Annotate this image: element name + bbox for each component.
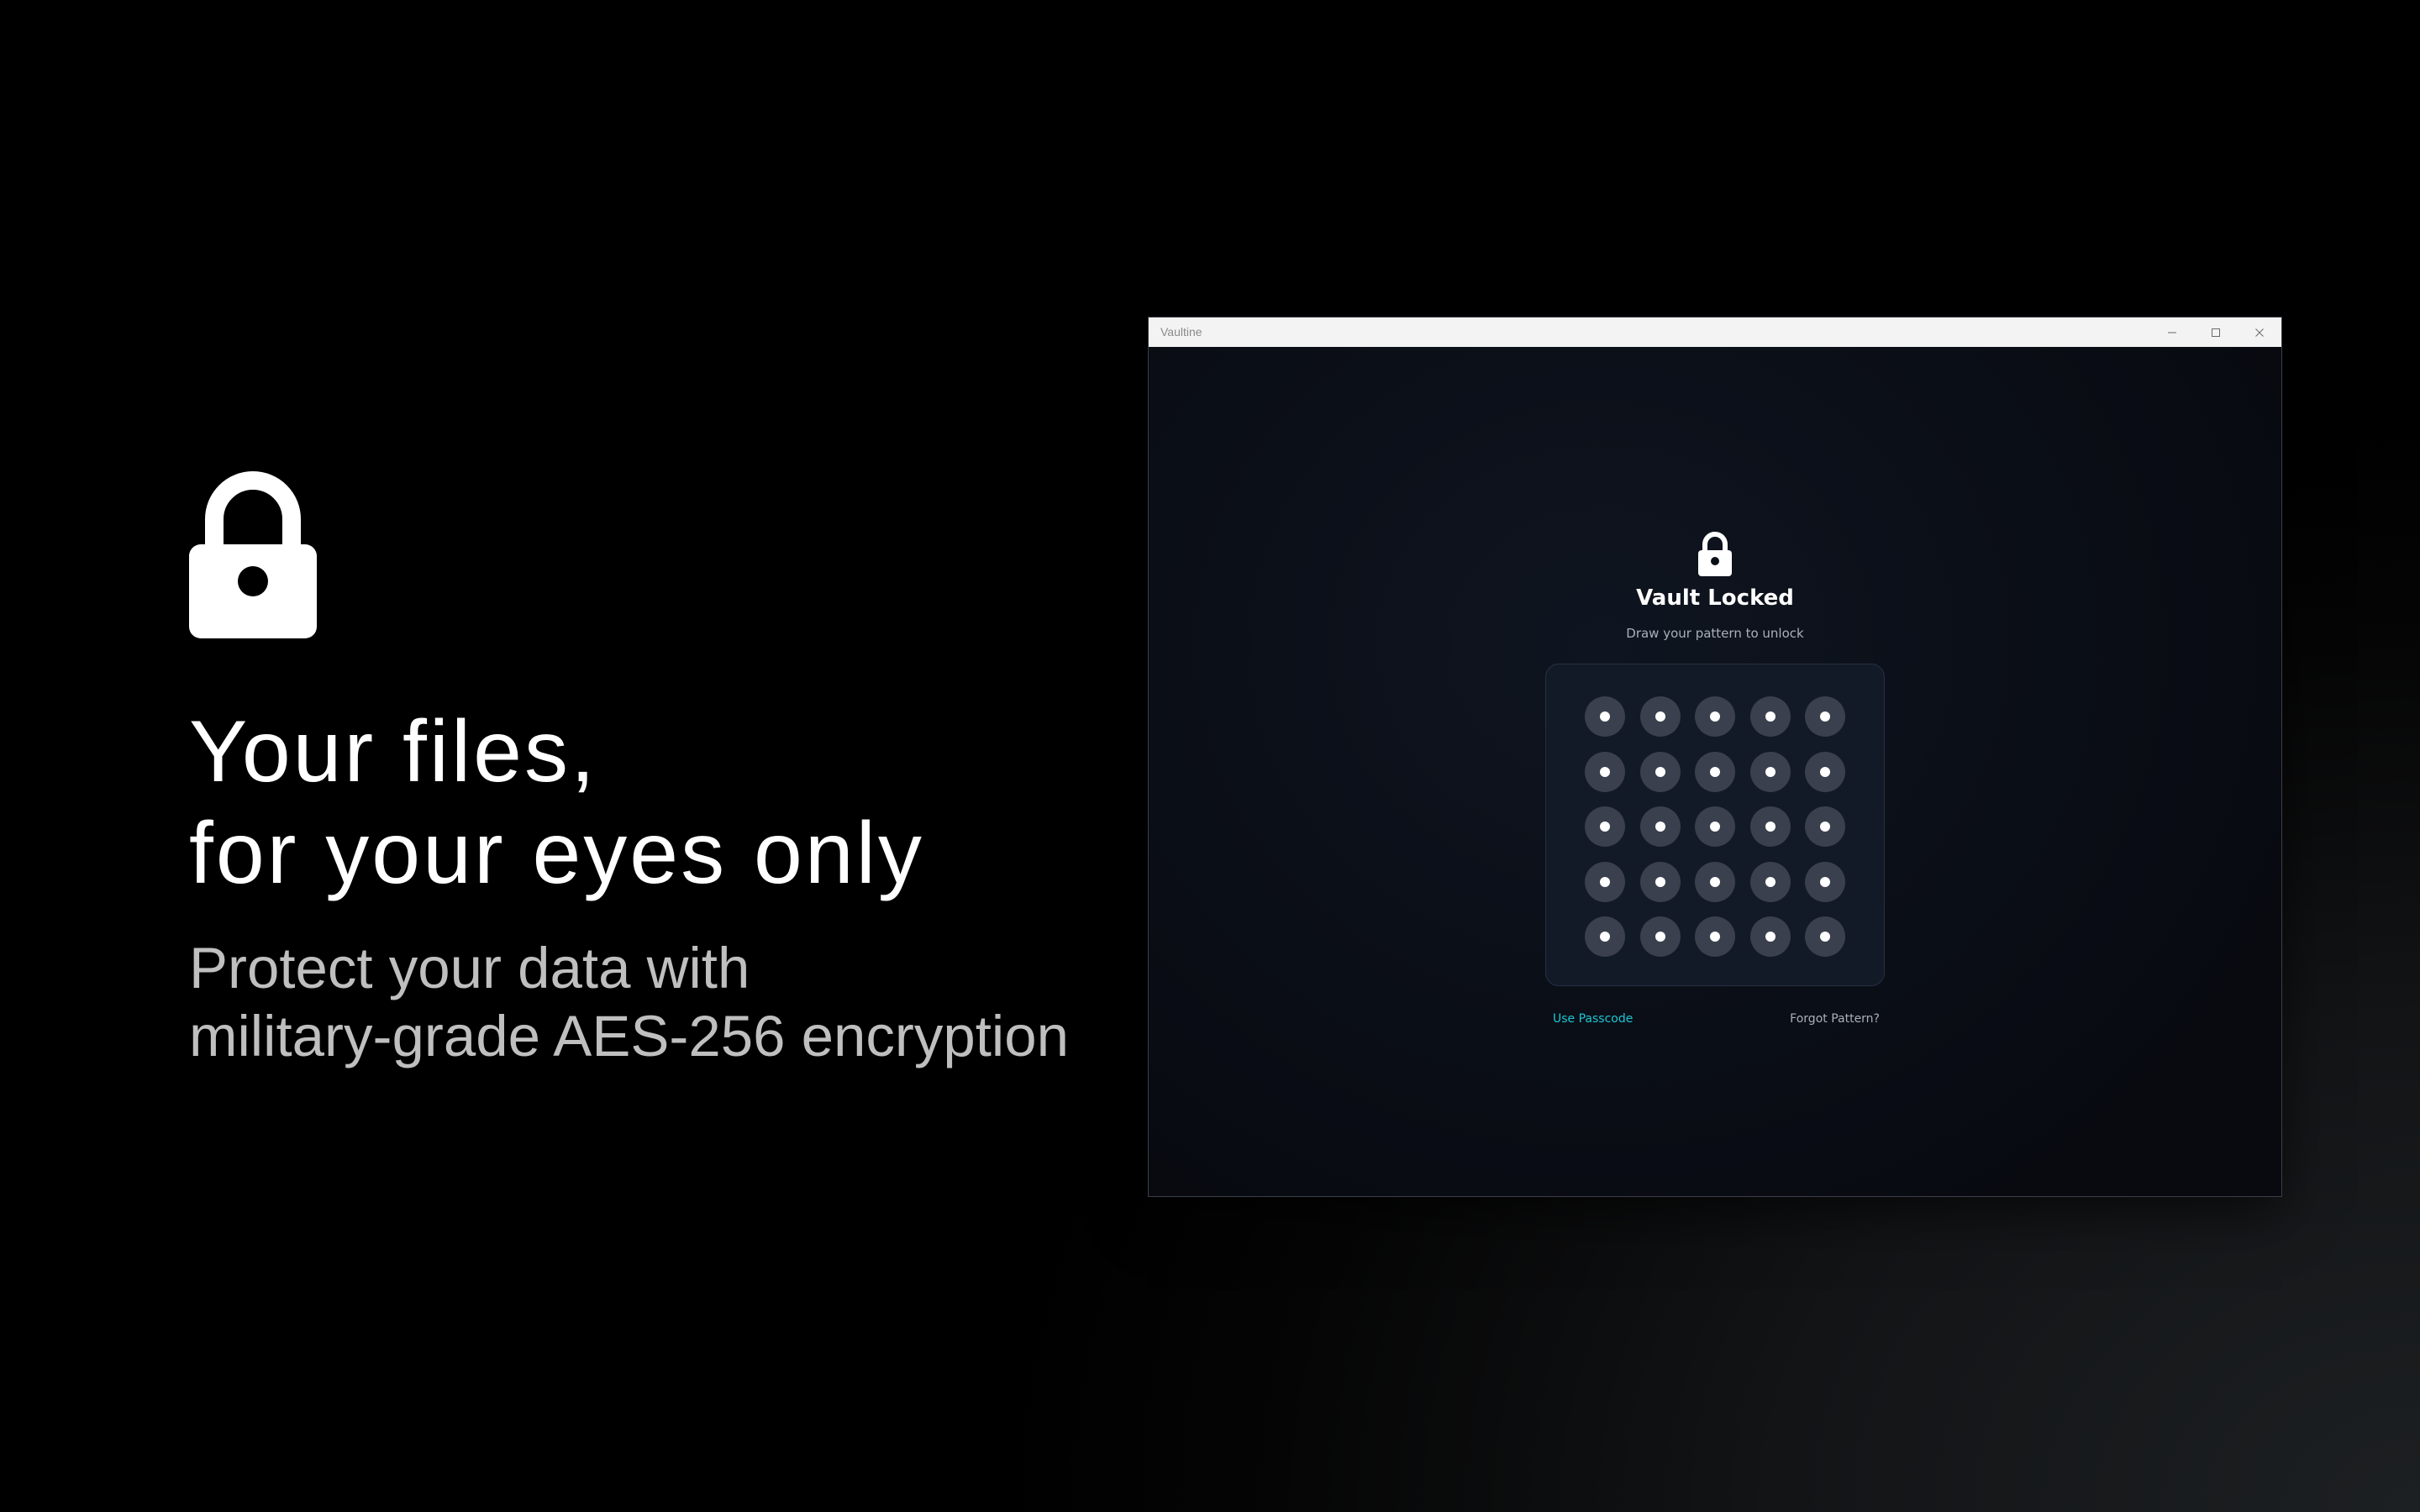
pattern-node-dot <box>1600 766 1610 777</box>
pattern-node-dot <box>1765 876 1776 887</box>
pattern-node[interactable] <box>1695 751 1735 792</box>
vault-title: Vault Locked <box>1636 585 1794 611</box>
lock-icon <box>189 471 317 638</box>
pattern-node-dot <box>1765 711 1776 722</box>
pattern-pad[interactable] <box>1545 664 1885 986</box>
forgot-pattern-link[interactable]: Forgot Pattern? <box>1790 1012 1880 1026</box>
subheadline-line: military-grade AES-256 encryption <box>189 1004 1069 1068</box>
pattern-node-dot <box>1820 711 1830 722</box>
pattern-node[interactable] <box>1639 806 1681 847</box>
pattern-node[interactable] <box>1749 751 1791 792</box>
pattern-node-dot <box>1765 766 1776 777</box>
pattern-node-dot <box>1765 932 1776 942</box>
pattern-node-dot <box>1600 711 1610 722</box>
pattern-node-dot <box>1765 822 1776 832</box>
title-bar[interactable]: Vaultine <box>1149 318 2281 347</box>
pattern-node-dot <box>1710 822 1720 832</box>
close-button[interactable] <box>2238 318 2281 347</box>
pattern-node[interactable] <box>1805 806 1845 847</box>
pattern-node[interactable] <box>1695 916 1735 957</box>
pattern-node[interactable] <box>1805 916 1845 957</box>
pattern-node[interactable] <box>1639 696 1681 737</box>
pattern-node-dot <box>1820 932 1830 942</box>
pattern-node-dot <box>1600 822 1610 832</box>
pattern-node-dot <box>1655 711 1665 722</box>
maximize-button[interactable] <box>2194 318 2238 347</box>
window-controls <box>2150 318 2281 347</box>
pattern-grid[interactable] <box>1546 664 1884 985</box>
pattern-node[interactable] <box>1695 806 1735 847</box>
pattern-node[interactable] <box>1585 696 1625 737</box>
pattern-node-dot <box>1710 711 1720 722</box>
pattern-node-dot <box>1600 932 1610 942</box>
use-passcode-link[interactable]: Use Passcode <box>1553 1012 1633 1026</box>
lock-screen: Vault Locked Draw your pattern to unlock… <box>1149 347 2281 1196</box>
pattern-node-dot <box>1655 876 1665 887</box>
maximize-icon <box>2212 328 2220 337</box>
pattern-node[interactable] <box>1585 916 1625 957</box>
pattern-node-dot <box>1820 822 1830 832</box>
pattern-node[interactable] <box>1805 696 1845 737</box>
pattern-node[interactable] <box>1585 806 1625 847</box>
pattern-node-dot <box>1655 932 1665 942</box>
pattern-node[interactable] <box>1749 696 1791 737</box>
pattern-node[interactable] <box>1695 861 1735 902</box>
vault-subtitle: Draw your pattern to unlock <box>1626 626 1804 641</box>
pattern-node-dot <box>1710 876 1720 887</box>
minimize-button[interactable] <box>2150 318 2194 347</box>
pattern-node-dot <box>1600 876 1610 887</box>
headline-line: Your files, <box>189 703 597 801</box>
headline-line: for your eyes only <box>189 805 924 902</box>
close-icon <box>2255 328 2264 337</box>
pattern-node[interactable] <box>1749 916 1791 957</box>
pattern-node-dot <box>1710 932 1720 942</box>
pattern-node[interactable] <box>1805 751 1845 792</box>
headline: Your files, for your eyes only <box>189 701 924 905</box>
pattern-node[interactable] <box>1639 861 1681 902</box>
subheadline: Protect your data with military-grade AE… <box>189 934 1069 1070</box>
pattern-node-dot <box>1820 876 1830 887</box>
promo-panel: Your files, for your eyes only Protect y… <box>189 0 1155 1512</box>
pattern-node[interactable] <box>1585 861 1625 902</box>
pattern-node[interactable] <box>1749 806 1791 847</box>
pattern-node-dot <box>1655 822 1665 832</box>
window-title: Vaultine <box>1160 325 1202 339</box>
pattern-node[interactable] <box>1805 861 1845 902</box>
pattern-node[interactable] <box>1749 861 1791 902</box>
pattern-node[interactable] <box>1695 696 1735 737</box>
pattern-node[interactable] <box>1585 751 1625 792</box>
pattern-node[interactable] <box>1639 916 1681 957</box>
subheadline-line: Protect your data with <box>189 936 750 1000</box>
lock-icon <box>1698 532 1732 576</box>
app-window: Vaultine Vault Locked Draw your pattern … <box>1148 317 2282 1197</box>
pattern-node-dot <box>1655 766 1665 777</box>
minimize-icon <box>2168 332 2176 333</box>
pattern-node-dot <box>1820 766 1830 777</box>
pattern-node-dot <box>1710 766 1720 777</box>
pattern-node[interactable] <box>1639 751 1681 792</box>
